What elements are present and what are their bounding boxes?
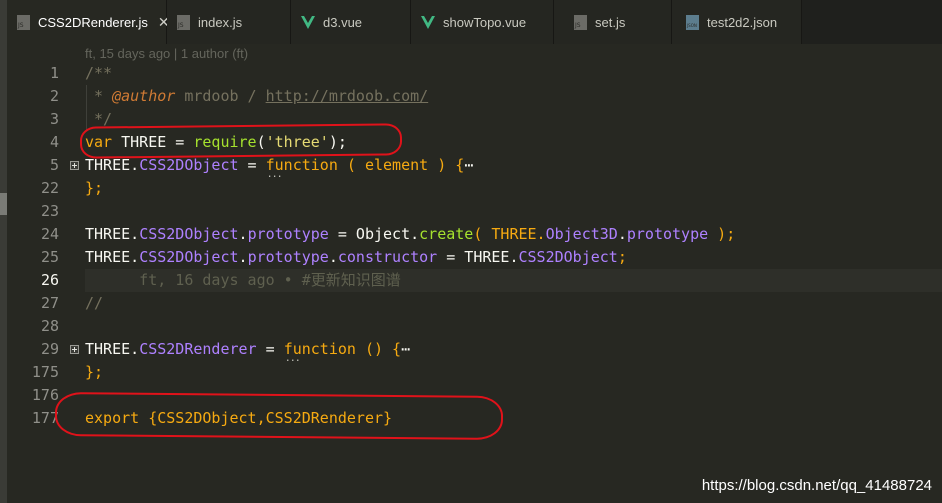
folded-ellipsis[interactable]: ⋯ — [401, 340, 410, 358]
line-number-current: 26 — [40, 271, 59, 289]
tab-bar: JS CSS2DRenderer.js ✕ JS index.js d3.vue… — [7, 0, 942, 44]
line-number-gutter: 1 2 3 4 5 22 23 24 25 26 27 28 29 175 17… — [7, 62, 85, 503]
tab-label: showTopo.vue — [443, 14, 527, 30]
tab-label: index.js — [198, 14, 243, 30]
tab-d3-vue[interactable]: d3.vue — [291, 0, 411, 44]
tab-showtopo-vue[interactable]: showTopo.vue — [411, 0, 554, 44]
js-file-icon: JS — [17, 14, 30, 30]
code-line-175: }; — [85, 363, 104, 381]
folded-ellipsis[interactable]: ⋯ — [464, 156, 473, 174]
codelens-blame[interactable]: ft, 15 days ago | 1 author (ft) — [85, 46, 248, 61]
line-number: 2 — [49, 87, 59, 105]
code-line-25: THREE.CSS2DObject.prototype.constructor … — [85, 248, 627, 266]
tab-label: set.js — [595, 14, 626, 30]
code-line-29: THREE.CSS2DRenderer = function () {⋯ — [85, 338, 410, 361]
line-number: 22 — [40, 179, 59, 197]
tab-css2drenderer-js[interactable]: JS CSS2DRenderer.js ✕ — [7, 0, 170, 44]
tab-label: CSS2DRenderer.js — [38, 14, 148, 30]
line-number: 25 — [40, 248, 59, 266]
fold-expand-icon[interactable] — [70, 345, 79, 354]
red-annotation-circle — [79, 123, 403, 159]
tab-test2d2-json[interactable]: JSON test2d2.json — [672, 0, 802, 44]
code-line-27: // — [85, 294, 104, 312]
watermark-text: https://blog.csdn.net/qq_41488724 — [701, 477, 932, 494]
tab-label: d3.vue — [323, 14, 363, 30]
activity-strip — [0, 0, 7, 503]
tab-set-js[interactable]: JS set.js — [554, 0, 672, 44]
line-number: 1 — [49, 64, 59, 82]
vue-file-icon — [421, 15, 435, 29]
line-number: 27 — [40, 294, 59, 312]
vue-file-icon — [301, 15, 315, 29]
js-file-icon: JS — [574, 14, 587, 30]
js-file-icon: JS — [177, 14, 190, 30]
tab-index-js[interactable]: JS index.js — [167, 0, 291, 44]
line-number: 175 — [31, 363, 59, 381]
line-number: 29 — [40, 340, 59, 358]
red-annotation-circle — [54, 392, 504, 440]
tab-label: test2d2.json — [707, 14, 778, 30]
line-number: 28 — [40, 317, 59, 335]
line-number: 24 — [40, 225, 59, 243]
line-number: 3 — [49, 110, 59, 128]
code-line-22: }; — [85, 179, 104, 197]
scroll-marker — [0, 193, 7, 215]
code-line-24: THREE.CSS2DObject.prototype = Object.cre… — [85, 225, 736, 243]
code-line-1: /** — [85, 64, 113, 82]
code-line-2: * @author mrdoob / http://mrdoob.com/ — [85, 87, 429, 105]
fold-expand-icon[interactable] — [70, 161, 79, 170]
code-line-26: ft, 16 days ago • #更新知识图谱 — [85, 269, 401, 292]
line-number: 4 — [49, 133, 59, 151]
json-file-icon: JSON — [686, 14, 699, 30]
line-number: 176 — [31, 386, 59, 404]
line-number: 23 — [40, 202, 59, 220]
comment-link[interactable]: http://mrdoob.com/ — [266, 87, 429, 105]
inline-blame-annotation: ft, 16 days ago • #更新知识图谱 — [85, 271, 401, 289]
line-number: 5 — [49, 156, 59, 174]
